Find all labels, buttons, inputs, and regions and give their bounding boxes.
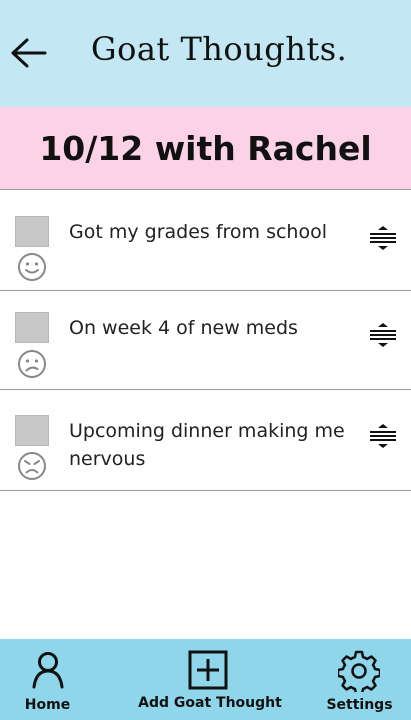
drag-handle-icon[interactable] — [368, 321, 398, 349]
nav-home-label: Home — [24, 697, 71, 713]
back-button[interactable] — [10, 36, 48, 70]
thought-item: On week 4 of new meds — [0, 291, 411, 390]
nav-add-label: Add Goat Thought — [138, 695, 282, 711]
thought-text: On week 4 of new meds — [69, 317, 298, 339]
thought-text: Upcoming dinner making me nervous — [69, 420, 345, 470]
nav-add-goat-thought[interactable]: Add Goat Thought — [135, 639, 285, 720]
thought-checkbox[interactable] — [15, 415, 49, 446]
nav-settings-label: Settings — [326, 697, 393, 713]
session-title: 10/12 with Rachel — [39, 128, 372, 168]
thought-checkbox[interactable] — [15, 216, 49, 247]
app-header: Goat Thoughts. — [0, 0, 411, 107]
nav-home[interactable]: Home — [0, 639, 95, 720]
arrow-left-icon — [11, 38, 47, 68]
session-banner: 10/12 with Rachel — [0, 107, 411, 190]
nav-settings[interactable]: Settings — [318, 639, 401, 720]
happy-face-icon[interactable] — [17, 252, 47, 282]
gear-icon — [338, 650, 380, 692]
drag-handle-icon[interactable] — [368, 224, 398, 252]
thought-text: Got my grades from school — [69, 221, 328, 243]
page-title: Goat Thoughts. — [91, 30, 348, 68]
bottom-nav: Home Add Goat Thought Settings — [0, 639, 411, 720]
add-square-icon — [188, 650, 228, 690]
thought-item: Upcoming dinner making me nervous — [0, 390, 411, 491]
drag-handle-icon[interactable] — [368, 422, 398, 450]
sad-face-icon[interactable] — [17, 349, 47, 379]
thought-item: Got my grades from school — [0, 190, 411, 291]
person-icon — [32, 652, 64, 689]
angry-face-icon[interactable] — [17, 451, 47, 481]
thought-checkbox[interactable] — [15, 312, 49, 343]
